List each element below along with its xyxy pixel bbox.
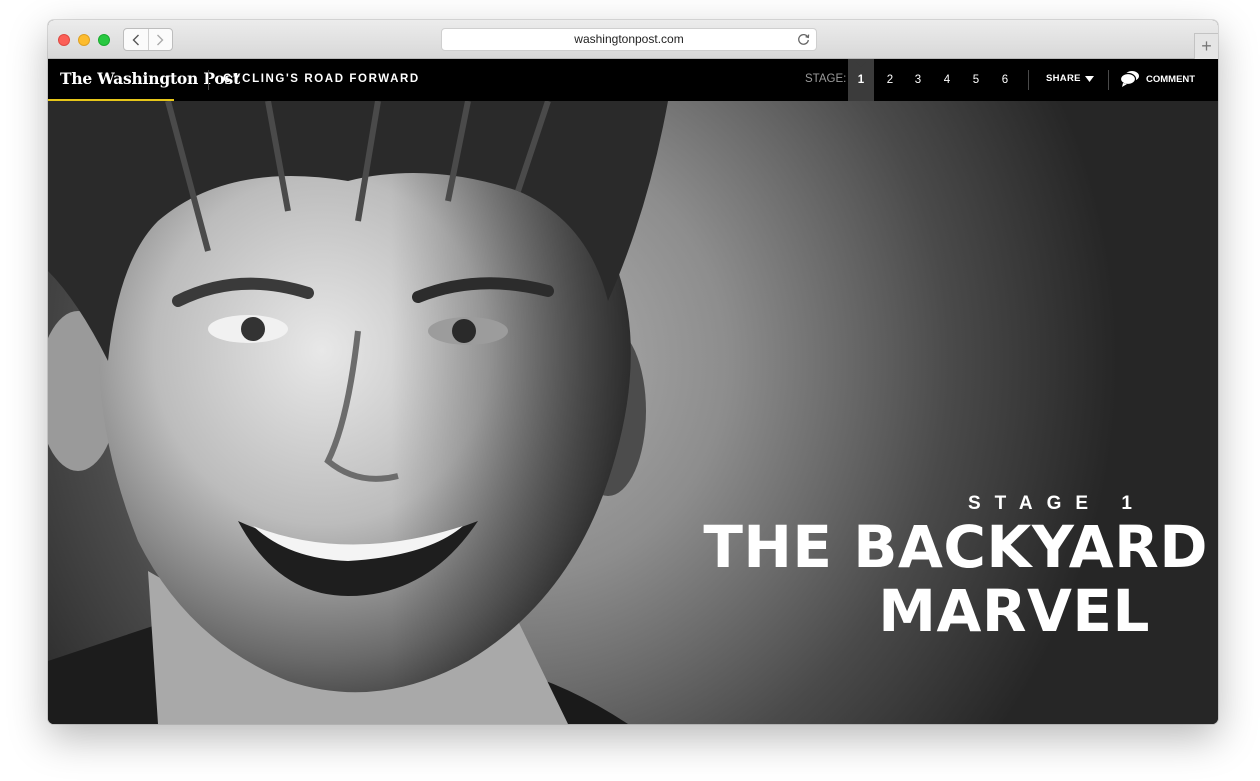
back-icon — [132, 34, 139, 45]
history-nav — [123, 28, 173, 51]
stage-link-5[interactable]: 5 — [963, 59, 989, 101]
section-title[interactable]: CYCLING'S ROAD FORWARD — [223, 73, 420, 85]
site-logo[interactable]: The Washington Post — [60, 69, 240, 88]
stage-link-4[interactable]: 4 — [934, 59, 960, 101]
caret-down-icon — [1084, 75, 1094, 82]
address-bar[interactable]: washingtonpost.com — [441, 28, 817, 51]
header-divider — [208, 70, 209, 90]
share-button[interactable]: SHARE — [1046, 73, 1094, 84]
browser-toolbar: washingtonpost.com + — [48, 20, 1218, 59]
stage-link-6[interactable]: 6 — [992, 59, 1018, 101]
close-window-button[interactable] — [58, 34, 70, 46]
reload-icon[interactable] — [797, 33, 810, 46]
headline-line-2: MARVEL — [878, 577, 1150, 645]
stage-link-2[interactable]: 2 — [877, 59, 903, 101]
forward-button[interactable] — [147, 29, 173, 50]
hero-banner: STAGE 1 THE BACKYARD MARVEL — [48, 101, 1218, 724]
forward-icon — [157, 34, 164, 45]
story-headline: THE BACKYARD MARVEL — [688, 515, 1208, 643]
comment-button[interactable]: COMMENT — [1120, 70, 1195, 88]
active-stage-pointer — [856, 62, 866, 67]
browser-window: washingtonpost.com + The Washington Post… — [48, 20, 1218, 724]
zoom-window-button[interactable] — [98, 34, 110, 46]
share-label: SHARE — [1046, 73, 1081, 84]
header-divider — [1028, 70, 1029, 90]
comment-label: COMMENT — [1146, 74, 1196, 85]
story-kicker: STAGE 1 — [968, 493, 1146, 514]
site-header: The Washington Post CYCLING'S ROAD FORWA… — [48, 59, 1218, 101]
back-button[interactable] — [124, 29, 148, 50]
new-tab-button[interactable]: + — [1194, 33, 1218, 59]
headline-line-1: THE BACKYARD — [703, 513, 1208, 581]
header-divider — [1108, 70, 1109, 90]
url-text: washingtonpost.com — [574, 32, 684, 46]
comment-bubble-icon — [1120, 71, 1139, 87]
minimize-window-button[interactable] — [78, 34, 90, 46]
stage-link-3[interactable]: 3 — [905, 59, 931, 101]
plus-icon: + — [1201, 36, 1212, 56]
stage-label: STAGE: — [805, 73, 847, 85]
